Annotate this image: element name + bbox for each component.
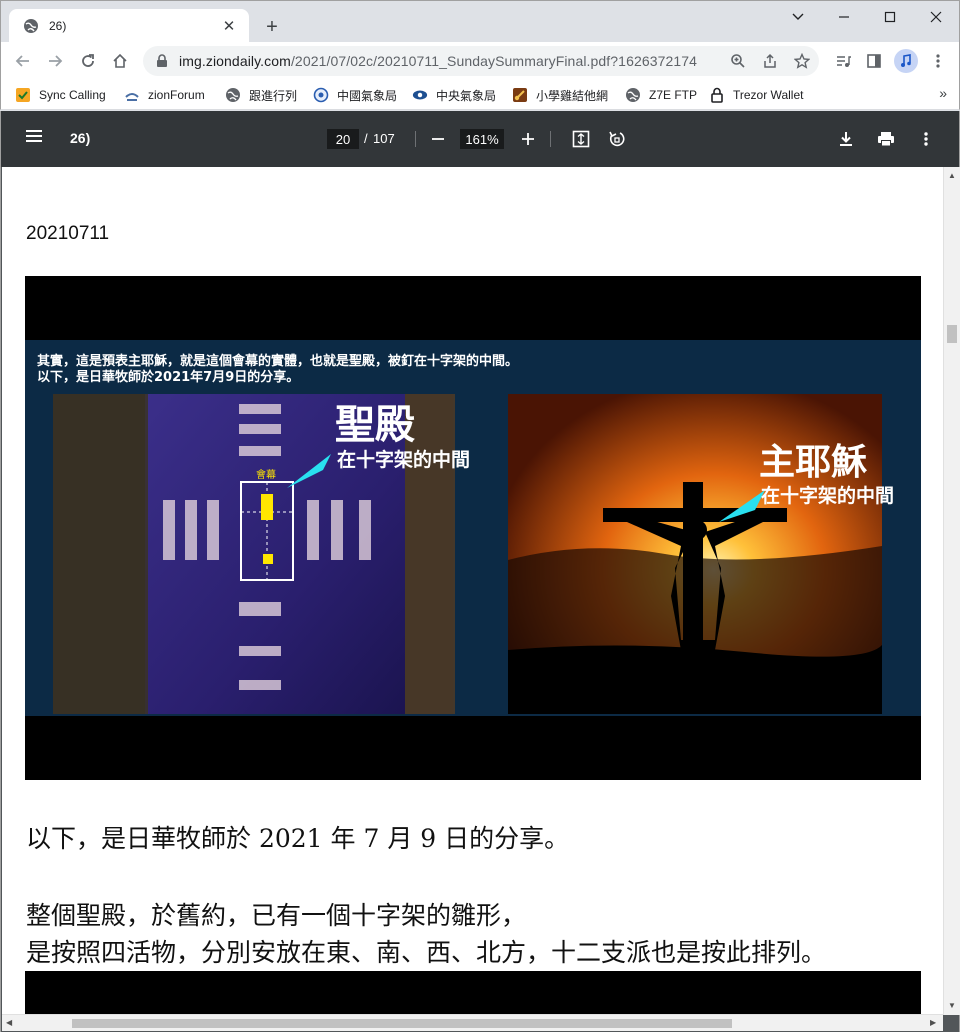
toolbar-divider	[415, 131, 416, 147]
fit-to-page-icon[interactable]	[569, 127, 593, 151]
download-icon[interactable]	[834, 127, 858, 151]
bookmark-trezor[interactable]: Trezor Wallet	[709, 85, 803, 105]
bookmark-sync-calling[interactable]: Sync Calling	[15, 85, 106, 105]
side-panel-button[interactable]	[860, 47, 888, 75]
media-control-button[interactable]	[829, 47, 857, 75]
bookmark-label: 小學雞結他網	[536, 88, 609, 103]
bookmark-label: 中國氣象局	[337, 88, 398, 103]
bookmark-label: Trezor Wallet	[733, 88, 804, 102]
guitar-icon	[512, 87, 528, 103]
home-icon	[113, 53, 127, 68]
bookmark-star-icon[interactable]	[788, 47, 816, 75]
pdf-toolbar: 26) 20 / 107 161%	[0, 111, 960, 167]
toolbar-divider	[550, 131, 551, 147]
maximize-icon[interactable]	[867, 5, 913, 29]
next-slide-image	[25, 971, 921, 1014]
left-subtitle: 在十字架的中間	[337, 448, 470, 471]
right-subtitle: 在十字架的中間	[761, 484, 894, 507]
vertical-scroll-thumb[interactable]	[947, 325, 957, 343]
forward-button[interactable]	[41, 47, 69, 75]
bookmark-guitar[interactable]: 小學雞結他網	[512, 85, 608, 105]
pdf-sidebar-menu-icon[interactable]	[25, 128, 47, 150]
page-separator: /	[364, 131, 368, 146]
rotate-icon[interactable]	[605, 127, 629, 151]
bookmark-label: zionForum	[148, 88, 205, 102]
bookmark-label: Sync Calling	[39, 88, 106, 102]
pdf-more-icon[interactable]	[914, 127, 938, 151]
scroll-right-icon[interactable]: ▶	[930, 1018, 936, 1027]
bookmark-cwb[interactable]: 中央氣象局	[412, 85, 496, 105]
profile-avatar[interactable]	[894, 49, 918, 73]
chrome-menu-button[interactable]	[924, 47, 952, 75]
side-panel-icon	[867, 54, 881, 68]
cma-icon	[313, 87, 329, 103]
browser-toolbar: img.ziondaily.com/2021/07/02c/20210711_S…	[0, 42, 960, 80]
browser-tab[interactable]: 26) ✕	[9, 9, 249, 43]
new-tab-button[interactable]: +	[259, 14, 285, 40]
scroll-down-icon[interactable]: ▼	[948, 1001, 956, 1010]
pdf-title: 26)	[70, 130, 91, 146]
pdf-viewport[interactable]: 20210711 其實，這是預表主耶穌，就是這個會幕的實體，也就是聖殿，被釘在十…	[0, 167, 960, 1032]
cwb-icon	[412, 87, 428, 103]
vertical-scrollbar[interactable]: ▲ ▼	[943, 167, 960, 1015]
slide-illustration: 聖殿 在十字架的中間 會幕 主耶穌 在十字架的中間	[53, 394, 894, 714]
zoom-in-icon[interactable]	[516, 127, 540, 151]
page-number-input[interactable]: 20	[327, 129, 359, 149]
minimize-icon[interactable]	[821, 5, 867, 29]
sync-calling-icon	[15, 87, 31, 103]
bookmark-label: Z7E FTP	[649, 88, 698, 102]
zionforum-icon	[124, 87, 140, 103]
playlist-icon	[837, 56, 851, 67]
paragraph-1: 以下，是日華牧師於 2021 年 7 月 9 日的分享。	[26, 824, 570, 853]
scroll-up-icon[interactable]: ▲	[948, 171, 956, 180]
print-icon[interactable]	[874, 127, 898, 151]
url-text[interactable]: img.ziondaily.com/2021/07/02c/20210711_S…	[179, 53, 723, 69]
tabernacle-label: 會幕	[256, 468, 276, 481]
lock-icon	[709, 87, 725, 103]
music-note-icon	[901, 54, 911, 67]
bookmarks-bar: Sync Calling zionForum 跟進行列 中國氣象局 中央氣象局 …	[0, 80, 960, 110]
right-title: 主耶穌	[759, 442, 867, 483]
zoom-icon[interactable]	[724, 47, 752, 75]
back-button[interactable]	[9, 47, 37, 75]
arrow-right-icon	[49, 55, 63, 67]
lock-icon[interactable]	[155, 54, 169, 68]
horizontal-scroll-thumb[interactable]	[72, 1019, 732, 1028]
slide-content: 其實，這是預表主耶穌，就是這個會幕的實體，也就是聖殿，被釘在十字架的中間。 以下…	[25, 340, 921, 716]
bookmark-follow-queue[interactable]: 跟進行列	[225, 85, 297, 105]
tab-title: 26)	[49, 19, 67, 33]
bookmark-label: 中央氣象局	[436, 88, 497, 103]
bookmark-z7e-ftp[interactable]: Z7E FTP	[625, 85, 697, 105]
document-date: 20210711	[26, 223, 110, 244]
reload-icon	[82, 54, 94, 67]
address-bar[interactable]: img.ziondaily.com/2021/07/02c/20210711_S…	[143, 46, 819, 76]
bookmark-zionforum[interactable]: zionForum	[124, 85, 205, 105]
tab-close-icon[interactable]: ✕	[219, 16, 239, 36]
kebab-menu-icon	[936, 54, 940, 68]
window-close-icon[interactable]	[913, 5, 959, 29]
globe-icon	[625, 87, 641, 103]
paragraph-2-line-2: 是按照四活物，分別安放在東、南、西、北方，十二支派也是按此排列。	[26, 938, 827, 967]
arrow-left-icon	[15, 55, 29, 67]
bookmark-label: 跟進行列	[249, 88, 298, 103]
globe-icon	[23, 18, 39, 34]
left-title: 聖殿	[335, 402, 415, 448]
globe-icon	[225, 87, 241, 103]
slide-image: 其實，這是預表主耶穌，就是這個會幕的實體，也就是聖殿，被釘在十字架的中間。 以下…	[25, 276, 921, 780]
scroll-left-icon[interactable]: ◀	[6, 1018, 12, 1027]
bookmark-cma[interactable]: 中國氣象局	[313, 85, 397, 105]
reload-button[interactable]	[74, 47, 102, 75]
zoom-level-input[interactable]: 161%	[460, 129, 504, 149]
total-pages: 107	[373, 131, 395, 146]
bookmarks-overflow-button[interactable]: »	[939, 85, 947, 101]
paragraph-2-line-1: 整個聖殿，於舊約，已有一個十字架的雛形，	[26, 901, 527, 930]
pdf-page: 20210711 其實，這是預表主耶穌，就是這個會幕的實體，也就是聖殿，被釘在十…	[2, 167, 943, 1014]
tab-strip: 26) ✕ +	[0, 0, 960, 43]
horizontal-scrollbar[interactable]: ◀ ▶	[2, 1014, 943, 1031]
zoom-out-icon[interactable]	[426, 127, 450, 151]
home-button[interactable]	[106, 47, 134, 75]
tab-search-icon[interactable]	[775, 5, 821, 29]
share-icon[interactable]	[756, 47, 784, 75]
